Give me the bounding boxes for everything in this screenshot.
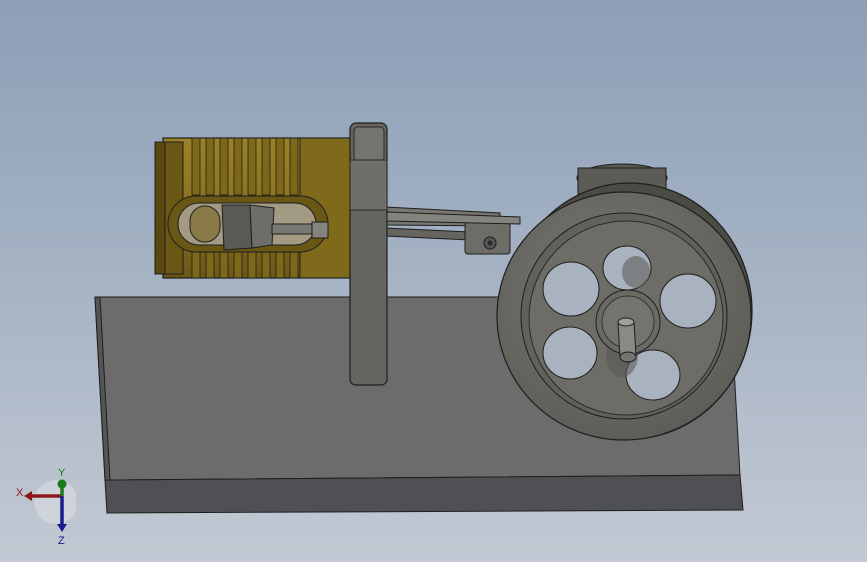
y-axis-label: Y [58, 467, 66, 479]
x-axis-label: X [16, 487, 24, 499]
cad-3d-viewport[interactable] [0, 0, 867, 562]
base-plate-front [104, 474, 744, 514]
crankshaft [617, 317, 637, 363]
flywheel[interactable] [496, 182, 753, 441]
coordinate-triad[interactable]: X Y Z [12, 462, 76, 546]
cylinder-assembly[interactable] [154, 137, 359, 279]
z-axis-label: Z [58, 535, 65, 546]
support-plate[interactable] [349, 122, 388, 386]
triad-sphere [34, 480, 76, 524]
